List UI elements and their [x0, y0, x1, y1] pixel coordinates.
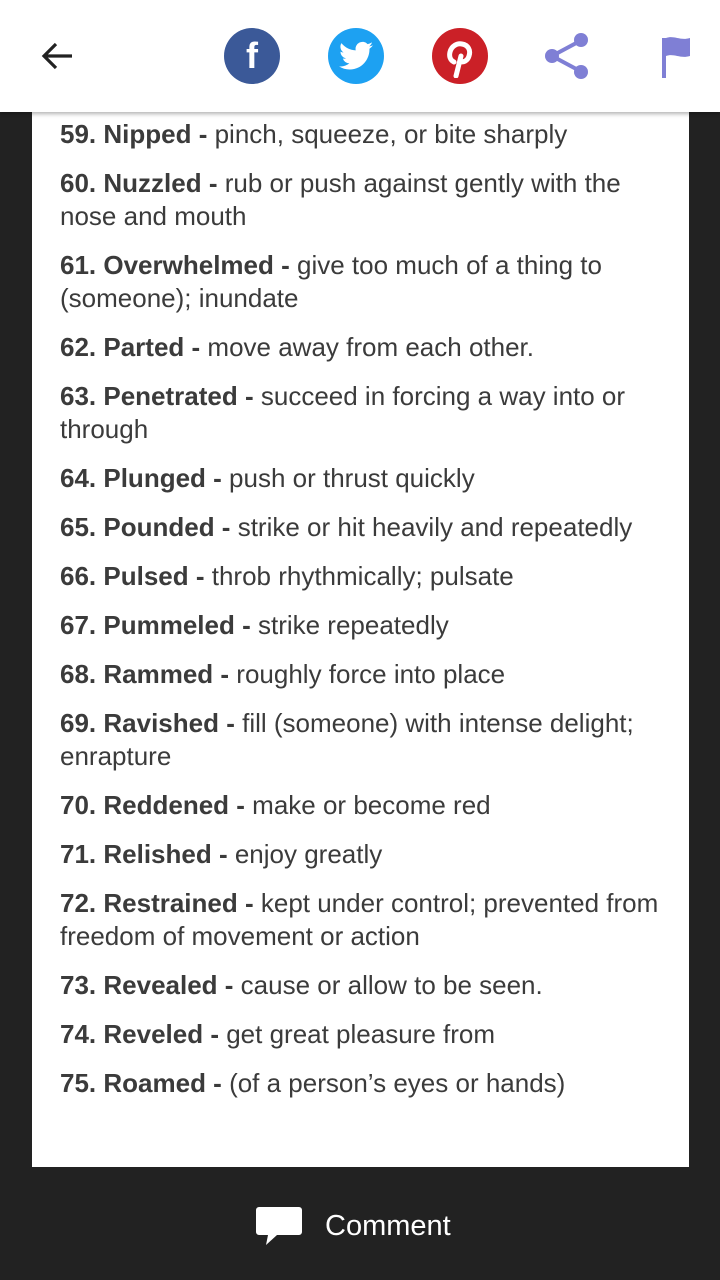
- definition: enjoy greatly: [234, 839, 383, 869]
- term: 60. Nuzzled: [60, 168, 202, 198]
- definition: get great pleasure from: [226, 1019, 496, 1049]
- term: 70. Reddened: [60, 790, 230, 820]
- term: 68. Rammed: [60, 659, 214, 689]
- list-item: 61. Overwhelmed - give too much of a thi…: [60, 249, 671, 315]
- term: 63. Penetrated: [60, 381, 238, 411]
- separator: -: [237, 381, 261, 411]
- term: 74. Reveled: [60, 1019, 204, 1049]
- term: 69. Ravished: [60, 708, 219, 738]
- list-item: 63. Penetrated - succeed in forcing a wa…: [60, 380, 671, 446]
- term: 59. Nipped: [60, 119, 192, 149]
- separator: -: [201, 168, 225, 198]
- back-button[interactable]: [29, 28, 85, 84]
- list-item: 64. Plunged - push or thrust quickly: [60, 462, 671, 495]
- list-item: 72. Restrained - kept under control; pre…: [60, 887, 671, 953]
- separator: -: [229, 790, 253, 820]
- list-item: 66. Pulsed - throb rhythmically; pulsate: [60, 560, 671, 593]
- flag-icon: [662, 37, 690, 78]
- share-button[interactable]: [539, 28, 595, 84]
- top-toolbar: f: [0, 0, 720, 112]
- separator: -: [184, 332, 208, 362]
- separator: -: [211, 839, 235, 869]
- definition: throb rhythmically; pulsate: [211, 561, 514, 591]
- term: 71. Relished: [60, 839, 212, 869]
- list-item: 69. Ravished - fill (someone) with inten…: [60, 707, 671, 773]
- facebook-icon: f: [246, 35, 258, 76]
- definition: strike or hit heavily and repeatedly: [237, 512, 633, 542]
- list-item: 75. Roamed - (of a person’s eyes or hand…: [60, 1067, 671, 1100]
- back-arrow-icon: [41, 42, 72, 70]
- term: 72. Restrained: [60, 888, 238, 918]
- separator: -: [237, 888, 261, 918]
- definition: make or become red: [252, 790, 491, 820]
- comment-button[interactable]: Comment: [255, 1205, 451, 1247]
- list-item: 71. Relished - enjoy greatly: [60, 838, 671, 871]
- term: 64. Plunged: [60, 463, 206, 493]
- list-item: 73. Revealed - cause or allow to be seen…: [60, 969, 671, 1002]
- term: 62. Parted: [60, 332, 185, 362]
- twitter-icon: [339, 41, 373, 70]
- separator: -: [213, 659, 237, 689]
- definition: strike repeatedly: [257, 610, 449, 640]
- flag-button[interactable]: [648, 28, 704, 84]
- share-icon: [545, 33, 588, 79]
- separator: -: [273, 250, 297, 280]
- term: 75. Roamed: [60, 1068, 206, 1098]
- term: 67. Pummeled: [60, 610, 235, 640]
- list-item: 65. Pounded - strike or hit heavily and …: [60, 511, 671, 544]
- term: 73. Revealed: [60, 970, 218, 1000]
- separator: -: [203, 1019, 227, 1049]
- definition: pinch, squeeze, or bite sharply: [214, 119, 568, 149]
- list-item: 62. Parted - move away from each other.: [60, 331, 671, 364]
- term: 66. Pulsed: [60, 561, 189, 591]
- separator: -: [234, 610, 258, 640]
- bottom-bar: Comment: [0, 1167, 720, 1280]
- facebook-share-button[interactable]: f: [224, 28, 280, 84]
- list-item: 70. Reddened - make or become red: [60, 789, 671, 822]
- separator: -: [218, 708, 243, 738]
- comment-icon: [256, 1207, 302, 1245]
- list-item: 74. Reveled - get great pleasure from: [60, 1018, 671, 1051]
- list-item: 60. Nuzzled - rub or push against gently…: [60, 167, 671, 233]
- term: 65. Pounded: [60, 512, 215, 542]
- term: 61. Overwhelmed: [60, 250, 274, 280]
- word-list: 59. Nipped - pinch, squeeze, or bite sha…: [60, 118, 671, 1116]
- definition: (of a person’s eyes or hands): [229, 1068, 566, 1098]
- definition: move away from each other.: [207, 332, 535, 362]
- separator: -: [205, 1068, 230, 1098]
- separator: -: [191, 119, 215, 149]
- separator: -: [205, 463, 230, 493]
- list-item: 67. Pummeled - strike repeatedly: [60, 609, 671, 642]
- pinterest-share-button[interactable]: [432, 28, 488, 84]
- definition: roughly force into place: [236, 659, 506, 689]
- definition: cause or allow to be seen.: [240, 970, 543, 1000]
- comment-label: Comment: [325, 1209, 451, 1242]
- twitter-share-button[interactable]: [328, 28, 384, 84]
- word-list-image: 59. Nipped - pinch, squeeze, or bite sha…: [32, 112, 689, 1167]
- definition: push or thrust quickly: [229, 463, 475, 493]
- pinterest-icon: [447, 41, 473, 78]
- list-item: 59. Nipped - pinch, squeeze, or bite sha…: [60, 118, 671, 151]
- separator: -: [214, 512, 238, 542]
- separator: -: [217, 970, 241, 1000]
- separator: -: [188, 561, 212, 591]
- list-item: 68. Rammed - roughly force into place: [60, 658, 671, 691]
